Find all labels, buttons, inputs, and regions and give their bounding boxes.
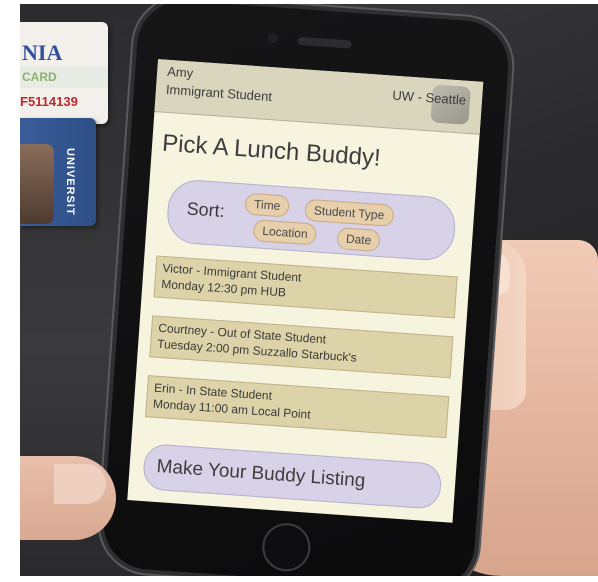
id-card-label: CARD: [22, 70, 57, 84]
university-card: UNIVERSIT: [20, 118, 96, 226]
university-card-photo: [20, 144, 54, 224]
left-finger-nail: [54, 464, 106, 504]
make-buddy-listing-button[interactable]: Make Your Buddy Listing: [142, 443, 443, 510]
app-header: Amy Immigrant Student UW - Seattle: [154, 59, 484, 135]
listing-when-where: Monday 11:00 am Local Point: [152, 396, 312, 422]
id-card: NIA CARD F5114139: [20, 22, 108, 124]
earpiece-speaker: [297, 36, 352, 49]
smartphone: Amy Immigrant Student UW - Seattle Pick …: [100, 4, 512, 576]
id-card-number: F5114139: [20, 94, 78, 109]
home-button[interactable]: [260, 521, 312, 573]
buddy-listing[interactable]: Erin - In State Student Monday 11:00 am …: [145, 375, 450, 439]
sort-panel: Sort: Time Student Type Location Date: [165, 178, 458, 263]
sort-label: Sort:: [186, 198, 226, 222]
photo-scene: NIA CARD F5114139 UNIVERSIT Amy Immigran…: [20, 4, 598, 576]
id-card-brand: NIA: [22, 40, 63, 65]
sort-location-button[interactable]: Location: [252, 219, 318, 246]
sort-student-type-button[interactable]: Student Type: [304, 198, 394, 227]
user-type: Immigrant Student: [165, 81, 273, 105]
sort-date-button[interactable]: Date: [336, 227, 382, 253]
university-card-text: UNIVERSIT: [64, 148, 76, 216]
sort-time-button[interactable]: Time: [244, 192, 291, 218]
user-name: Amy: [166, 63, 194, 81]
page-title: Pick A Lunch Buddy!: [161, 129, 382, 172]
front-camera: [267, 32, 279, 44]
phone-screen: Amy Immigrant Student UW - Seattle Pick …: [127, 59, 484, 523]
buddy-listing[interactable]: Victor - Immigrant Student Monday 12:30 …: [153, 255, 458, 319]
buddy-listing[interactable]: Courtney - Out of State Student Tuesday …: [149, 315, 454, 379]
